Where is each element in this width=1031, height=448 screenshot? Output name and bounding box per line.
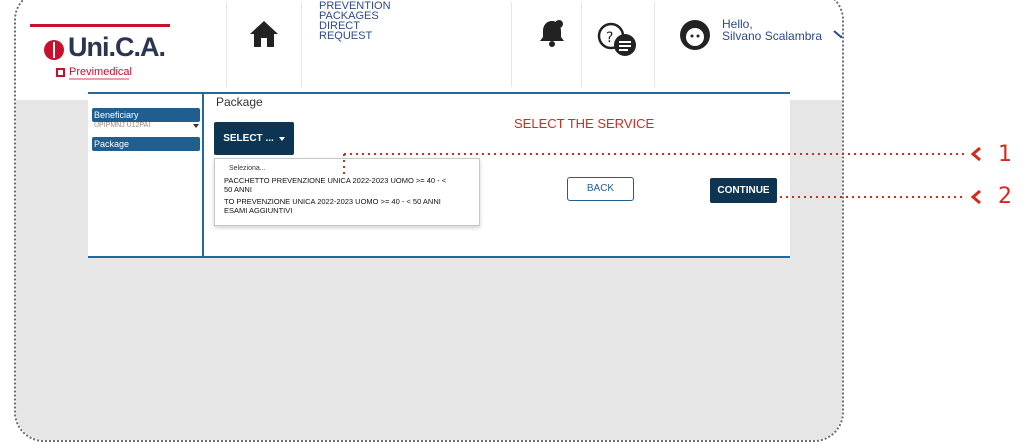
- logo-tagline: [69, 78, 129, 80]
- header-divider: [301, 2, 302, 87]
- option-line: 50 ANNI: [224, 185, 252, 194]
- select-label: SELECT ...: [223, 133, 274, 144]
- option-line: PACCHETTO PREVENZIONE UNICA 2022-2023 UO…: [224, 176, 447, 185]
- continue-button[interactable]: CONTINUE: [710, 178, 777, 203]
- chevron-down-icon[interactable]: [193, 124, 199, 128]
- dropdown-placeholder[interactable]: Seleziona...: [229, 165, 266, 172]
- logo-brand: Uni.C.A.: [68, 32, 166, 62]
- package-select-button[interactable]: SELECT ...: [214, 122, 294, 155]
- header-divider: [226, 2, 227, 87]
- back-button[interactable]: BACK: [567, 177, 634, 201]
- logo-redline: [30, 24, 170, 27]
- header-divider: [654, 2, 655, 87]
- avatar-icon[interactable]: [678, 18, 712, 52]
- chevron-icon[interactable]: [832, 28, 844, 42]
- select-service-label: SELECT THE SERVICE: [514, 116, 655, 131]
- callout-number-2: 2: [998, 184, 1012, 209]
- chat-icon[interactable]: ?: [595, 20, 641, 60]
- caret-down-icon: [278, 136, 285, 141]
- header-divider: [581, 2, 582, 87]
- sidebar-item-beneficiary[interactable]: Beneficiary: [92, 108, 200, 122]
- app-header: Uni.C.A. Previmedical PREVENTION PACKAGE…: [16, 0, 844, 100]
- dropdown-option[interactable]: PACCHETTO PREVENZIONE UNICA 2022-2023 UO…: [224, 176, 479, 194]
- nav-prevention-direct[interactable]: PREVENTION PACKAGES DIRECT REQUEST: [319, 1, 429, 42]
- sidebar: Beneficiary UPIPMNJ U12PAI Package: [88, 92, 204, 258]
- option-line: ESAMI AGGIUNTIVI: [224, 206, 293, 215]
- svg-text:?: ?: [606, 30, 613, 46]
- frame-inner: Uni.C.A. Previmedical PREVENTION PACKAGE…: [16, 0, 844, 440]
- user-name: Silvano Scalambra: [722, 29, 823, 43]
- home-icon[interactable]: [248, 18, 280, 50]
- sidebar-item-package[interactable]: Package: [92, 137, 200, 151]
- option-line: TO PREVENZIONE UNICA 2022-2023 UOMO >= 4…: [224, 197, 441, 206]
- logo[interactable]: Uni.C.A. Previmedical: [30, 24, 170, 84]
- dropdown-option[interactable]: TO PREVENZIONE UNICA 2022-2023 UOMO >= 4…: [224, 197, 479, 215]
- caduceus-icon: [44, 40, 64, 60]
- previmedical-icon: [56, 68, 65, 77]
- user-greeting[interactable]: Hello, Silvano Scalambra: [722, 18, 822, 42]
- logo-subbrand: Previmedical: [69, 66, 132, 78]
- bell-icon[interactable]: [538, 18, 566, 48]
- callout-arrow-2: [970, 189, 981, 205]
- screenshot-frame: Uni.C.A. Previmedical PREVENTION PACKAGE…: [14, 0, 844, 442]
- callout-number-1: 1: [998, 142, 1012, 167]
- nav-line-4: REQUEST: [319, 30, 373, 42]
- header-divider: [511, 2, 512, 87]
- package-label: Package: [216, 95, 263, 109]
- callout-arrow-1: [970, 146, 981, 162]
- sidebar-sub-value: UPIPMNJ U12PAI: [94, 122, 151, 129]
- package-dropdown: Seleziona... PACCHETTO PREVENZIONE UNICA…: [214, 158, 480, 226]
